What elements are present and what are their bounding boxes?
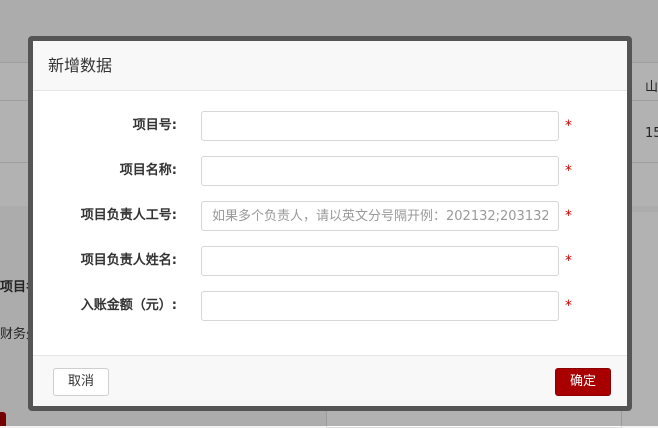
required-indicator: * <box>565 118 572 134</box>
required-indicator: * <box>565 298 572 314</box>
project-leader-id-label: 项目负责人工号: <box>80 208 177 223</box>
dialog-title: 新增数据 <box>48 56 113 75</box>
project-leader-id-input[interactable] <box>201 201 559 231</box>
form-row-project-name: 项目名称: * <box>33 156 627 186</box>
project-name-label: 项目名称: <box>119 163 177 178</box>
amount-input[interactable] <box>201 291 559 321</box>
form-row-project-number: 项目号: * <box>33 111 627 141</box>
required-indicator: * <box>565 208 572 224</box>
confirm-button[interactable]: 确定 <box>555 368 612 396</box>
cancel-button[interactable]: 取消 <box>53 368 110 396</box>
dialog-footer: 取消 确定 <box>33 355 627 406</box>
project-leader-name-label: 项目负责人姓名: <box>80 253 177 268</box>
required-indicator: * <box>565 253 572 269</box>
required-indicator: * <box>565 163 572 179</box>
dialog-header: 新增数据 <box>33 41 627 91</box>
project-number-label: 项目号: <box>132 118 177 133</box>
amount-label: 入账金额（元）: <box>80 298 177 313</box>
add-data-dialog: 新增数据 项目号: * 项目名称: * 项目负责人工号: * 项目负责人姓名: … <box>28 36 632 411</box>
project-number-input[interactable] <box>201 111 559 141</box>
form-row-leader-id: 项目负责人工号: * <box>33 201 627 231</box>
form-row-amount: 入账金额（元）: * <box>33 291 627 321</box>
project-leader-name-input[interactable] <box>201 246 559 276</box>
form-row-leader-name: 项目负责人姓名: * <box>33 246 627 276</box>
project-name-input[interactable] <box>201 156 559 186</box>
